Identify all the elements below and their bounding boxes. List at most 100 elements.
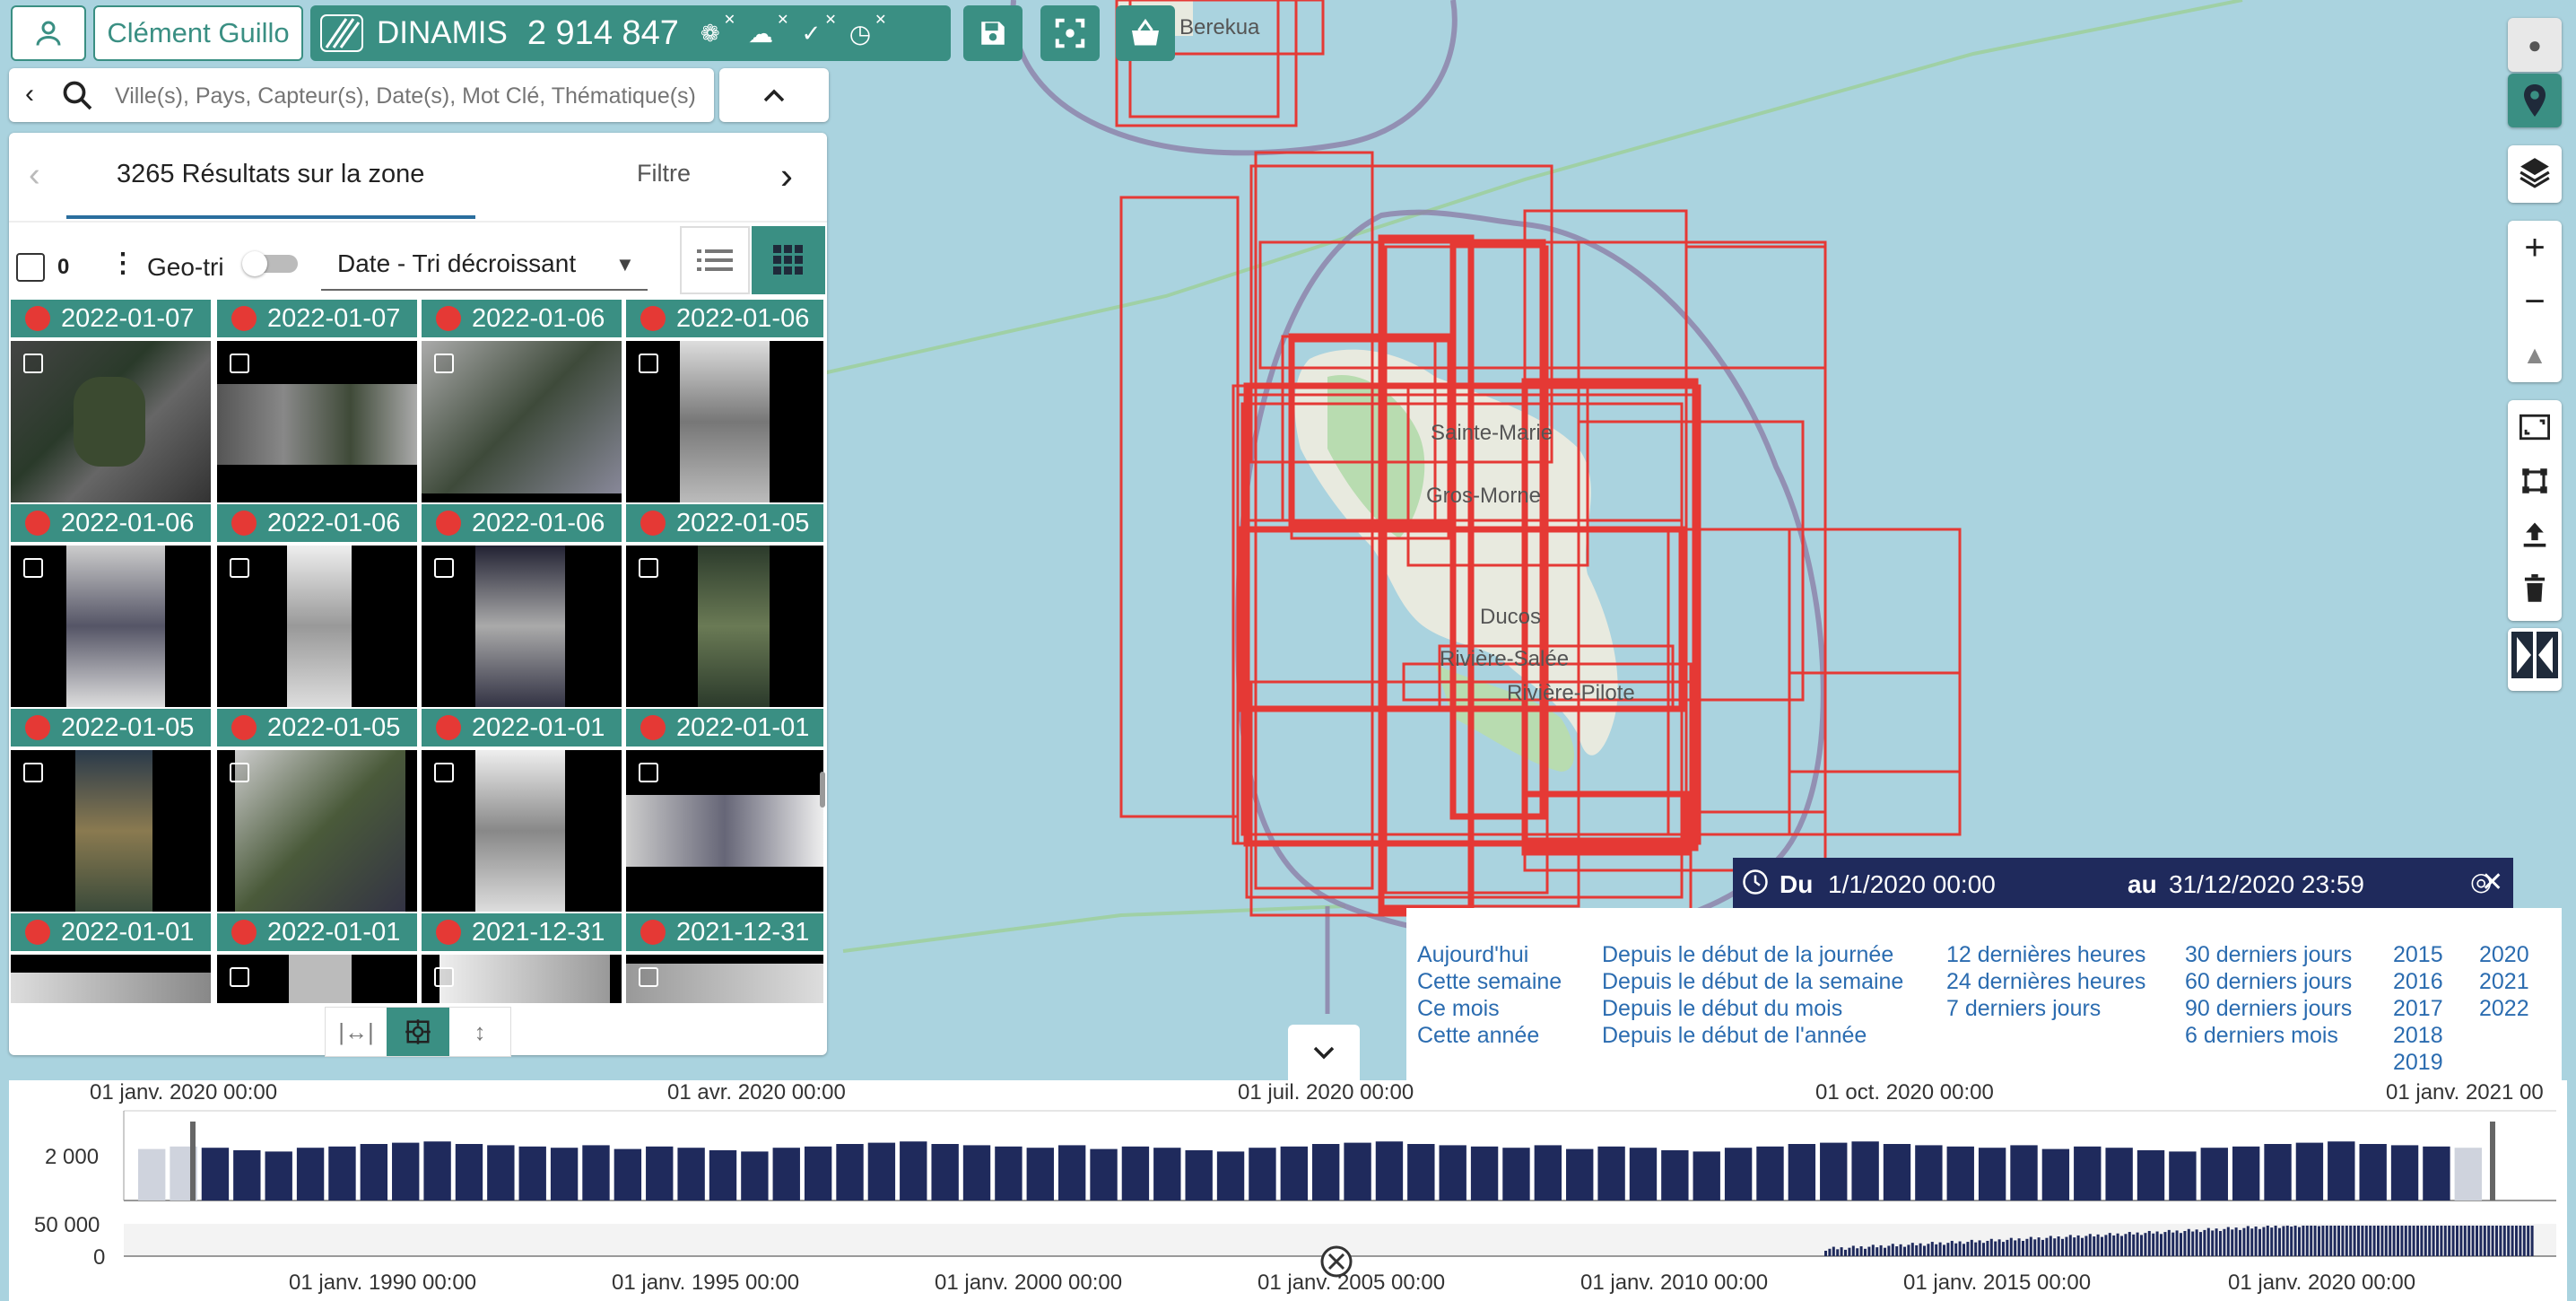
tile-checkbox[interactable] — [230, 967, 249, 987]
sort-select[interactable]: Date - Tri décroissant ▼ — [321, 235, 648, 291]
trash-icon[interactable] — [2508, 562, 2562, 616]
grid-view-button[interactable] — [752, 226, 825, 294]
basemap-button[interactable]: ● — [2508, 18, 2562, 72]
result-thumbnail[interactable] — [11, 750, 211, 912]
tile-checkbox[interactable] — [434, 763, 454, 782]
tab-next-icon[interactable]: › — [780, 154, 793, 197]
tile-checkbox[interactable] — [434, 967, 454, 987]
quick-90d[interactable]: 90 derniers jours — [2185, 996, 2352, 1022]
collapse-button[interactable] — [719, 68, 829, 122]
user-button[interactable] — [11, 5, 86, 61]
close-icon[interactable]: ✕ — [2481, 867, 2503, 898]
upload-icon[interactable] — [2508, 508, 2562, 562]
cloud-filter-icon[interactable]: ☁ — [748, 19, 773, 48]
angle-filter-icon[interactable]: ✓ — [802, 20, 822, 48]
tile-checkbox[interactable] — [23, 763, 43, 782]
tab-prev-icon[interactable]: ‹ — [29, 156, 40, 195]
dinamis-banner[interactable]: DINAMIS 2 914 847 ❁ ✕ ☁ ✕ ✓ ✕ ◷ ✕ — [310, 5, 951, 61]
result-thumbnail[interactable] — [11, 955, 211, 1003]
quick-since-day[interactable]: Depuis le début de la journée — [1602, 942, 1893, 968]
quick-this-month[interactable]: Ce mois — [1417, 996, 1500, 1022]
tile-checkbox[interactable] — [434, 558, 454, 578]
quick-since-year[interactable]: Depuis le début de l'année — [1602, 1023, 1867, 1049]
result-thumbnail[interactable] — [626, 955, 823, 1003]
result-thumbnail[interactable] — [422, 955, 622, 1003]
quick-7d[interactable]: 7 derniers jours — [1946, 996, 2101, 1022]
zoom-in-button[interactable]: + — [2508, 221, 2562, 275]
sensor-filter-icon[interactable]: ❁ — [701, 20, 720, 48]
result-thumbnail[interactable] — [422, 750, 622, 912]
tab-filter[interactable]: Filtre — [637, 160, 691, 188]
remove-filter-icon[interactable]: ✕ — [824, 11, 836, 29]
quick-year[interactable]: 2022 — [2479, 996, 2529, 1022]
result-thumbnail[interactable] — [422, 546, 622, 707]
quick-since-week[interactable]: Depuis le début de la semaine — [1602, 969, 1903, 995]
tile-checkbox[interactable] — [230, 558, 249, 578]
geosort-toggle[interactable] — [242, 251, 298, 276]
location-button[interactable] — [2508, 74, 2562, 127]
clock-filter-icon[interactable]: ◷ — [849, 19, 871, 48]
quick-year[interactable]: 2018 — [2393, 1023, 2443, 1049]
fit-view-button[interactable] — [387, 1008, 449, 1056]
compare-button[interactable] — [2508, 628, 2562, 691]
remove-filter-icon[interactable]: ✕ — [777, 11, 788, 29]
quick-year[interactable]: 2016 — [2393, 969, 2443, 995]
from-date[interactable]: 1/1/2020 00:00 — [1828, 870, 1996, 899]
compass-icon[interactable]: ▲ — [2508, 328, 2562, 382]
select-all-checkbox[interactable] — [16, 253, 45, 282]
remove-filter-icon[interactable]: ✕ — [875, 11, 886, 29]
tile-checkbox[interactable] — [639, 763, 658, 782]
draw-polygon-icon[interactable] — [2508, 454, 2562, 508]
quick-year[interactable]: 2019 — [2393, 1050, 2443, 1076]
result-thumbnail[interactable] — [11, 546, 211, 707]
timeline-panel[interactable]: 01 janv. 2020 00:00 01 avr. 2020 00:00 0… — [9, 1080, 2567, 1301]
quick-12h[interactable]: 12 dernières heures — [1946, 942, 2145, 968]
search-input[interactable] — [113, 75, 714, 117]
back-icon[interactable]: ‹ — [25, 79, 34, 109]
expand-height-icon[interactable]: ↕ — [449, 1008, 510, 1056]
result-thumbnail[interactable] — [217, 546, 417, 707]
result-thumbnail[interactable] — [11, 341, 211, 502]
quick-60d[interactable]: 60 derniers jours — [2185, 969, 2352, 995]
list-view-button[interactable] — [680, 226, 750, 294]
quick-24h[interactable]: 24 dernières heures — [1946, 969, 2145, 995]
result-thumbnail[interactable] — [217, 750, 417, 912]
result-thumbnail[interactable] — [217, 341, 417, 502]
quick-today[interactable]: Aujourd'hui — [1417, 942, 1528, 968]
quick-this-year[interactable]: Cette année — [1417, 1023, 1539, 1049]
result-thumbnail[interactable] — [626, 341, 823, 502]
layers-button[interactable] — [2508, 145, 2562, 203]
tile-checkbox[interactable] — [639, 558, 658, 578]
user-name-button[interactable]: Clément Guillo — [93, 5, 303, 61]
quick-this-week[interactable]: Cette semaine — [1417, 969, 1562, 995]
zoom-out-button[interactable]: − — [2508, 275, 2562, 328]
remove-filter-icon[interactable]: ✕ — [724, 11, 735, 29]
tab-results[interactable]: 3265 Résultats sur la zone — [117, 160, 424, 189]
result-thumbnail[interactable] — [626, 750, 823, 912]
result-thumbnail[interactable] — [217, 955, 417, 1003]
quick-year[interactable]: 2017 — [2393, 996, 2443, 1022]
quick-year[interactable]: 2020 — [2479, 942, 2529, 968]
save-button[interactable] — [963, 5, 1023, 61]
quick-year[interactable]: 2015 — [2393, 942, 2443, 968]
more-options-icon[interactable]: ⋮ — [109, 248, 136, 279]
focus-button[interactable] — [1040, 5, 1100, 61]
grid-scrollbar[interactable] — [820, 772, 825, 808]
expand-width-icon[interactable]: |↔| — [326, 1008, 387, 1056]
timeline-toggle[interactable] — [1288, 1025, 1360, 1080]
tile-checkbox[interactable] — [639, 354, 658, 373]
result-thumbnail[interactable] — [422, 341, 622, 502]
quick-6m[interactable]: 6 derniers mois — [2185, 1023, 2338, 1049]
tile-checkbox[interactable] — [434, 354, 454, 373]
tile-checkbox[interactable] — [639, 967, 658, 987]
quick-year[interactable]: 2021 — [2479, 969, 2529, 995]
basket-button[interactable] — [1116, 5, 1175, 61]
tile-checkbox[interactable] — [23, 558, 43, 578]
tile-checkbox[interactable] — [230, 354, 249, 373]
quick-since-month[interactable]: Depuis le début du mois — [1602, 996, 1842, 1022]
tile-checkbox[interactable] — [230, 763, 249, 782]
tile-checkbox[interactable] — [23, 354, 43, 373]
quick-30d[interactable]: 30 derniers jours — [2185, 942, 2352, 968]
to-date[interactable]: 31/12/2020 23:59 — [2169, 870, 2364, 899]
fullscreen-icon[interactable] — [2508, 400, 2562, 454]
